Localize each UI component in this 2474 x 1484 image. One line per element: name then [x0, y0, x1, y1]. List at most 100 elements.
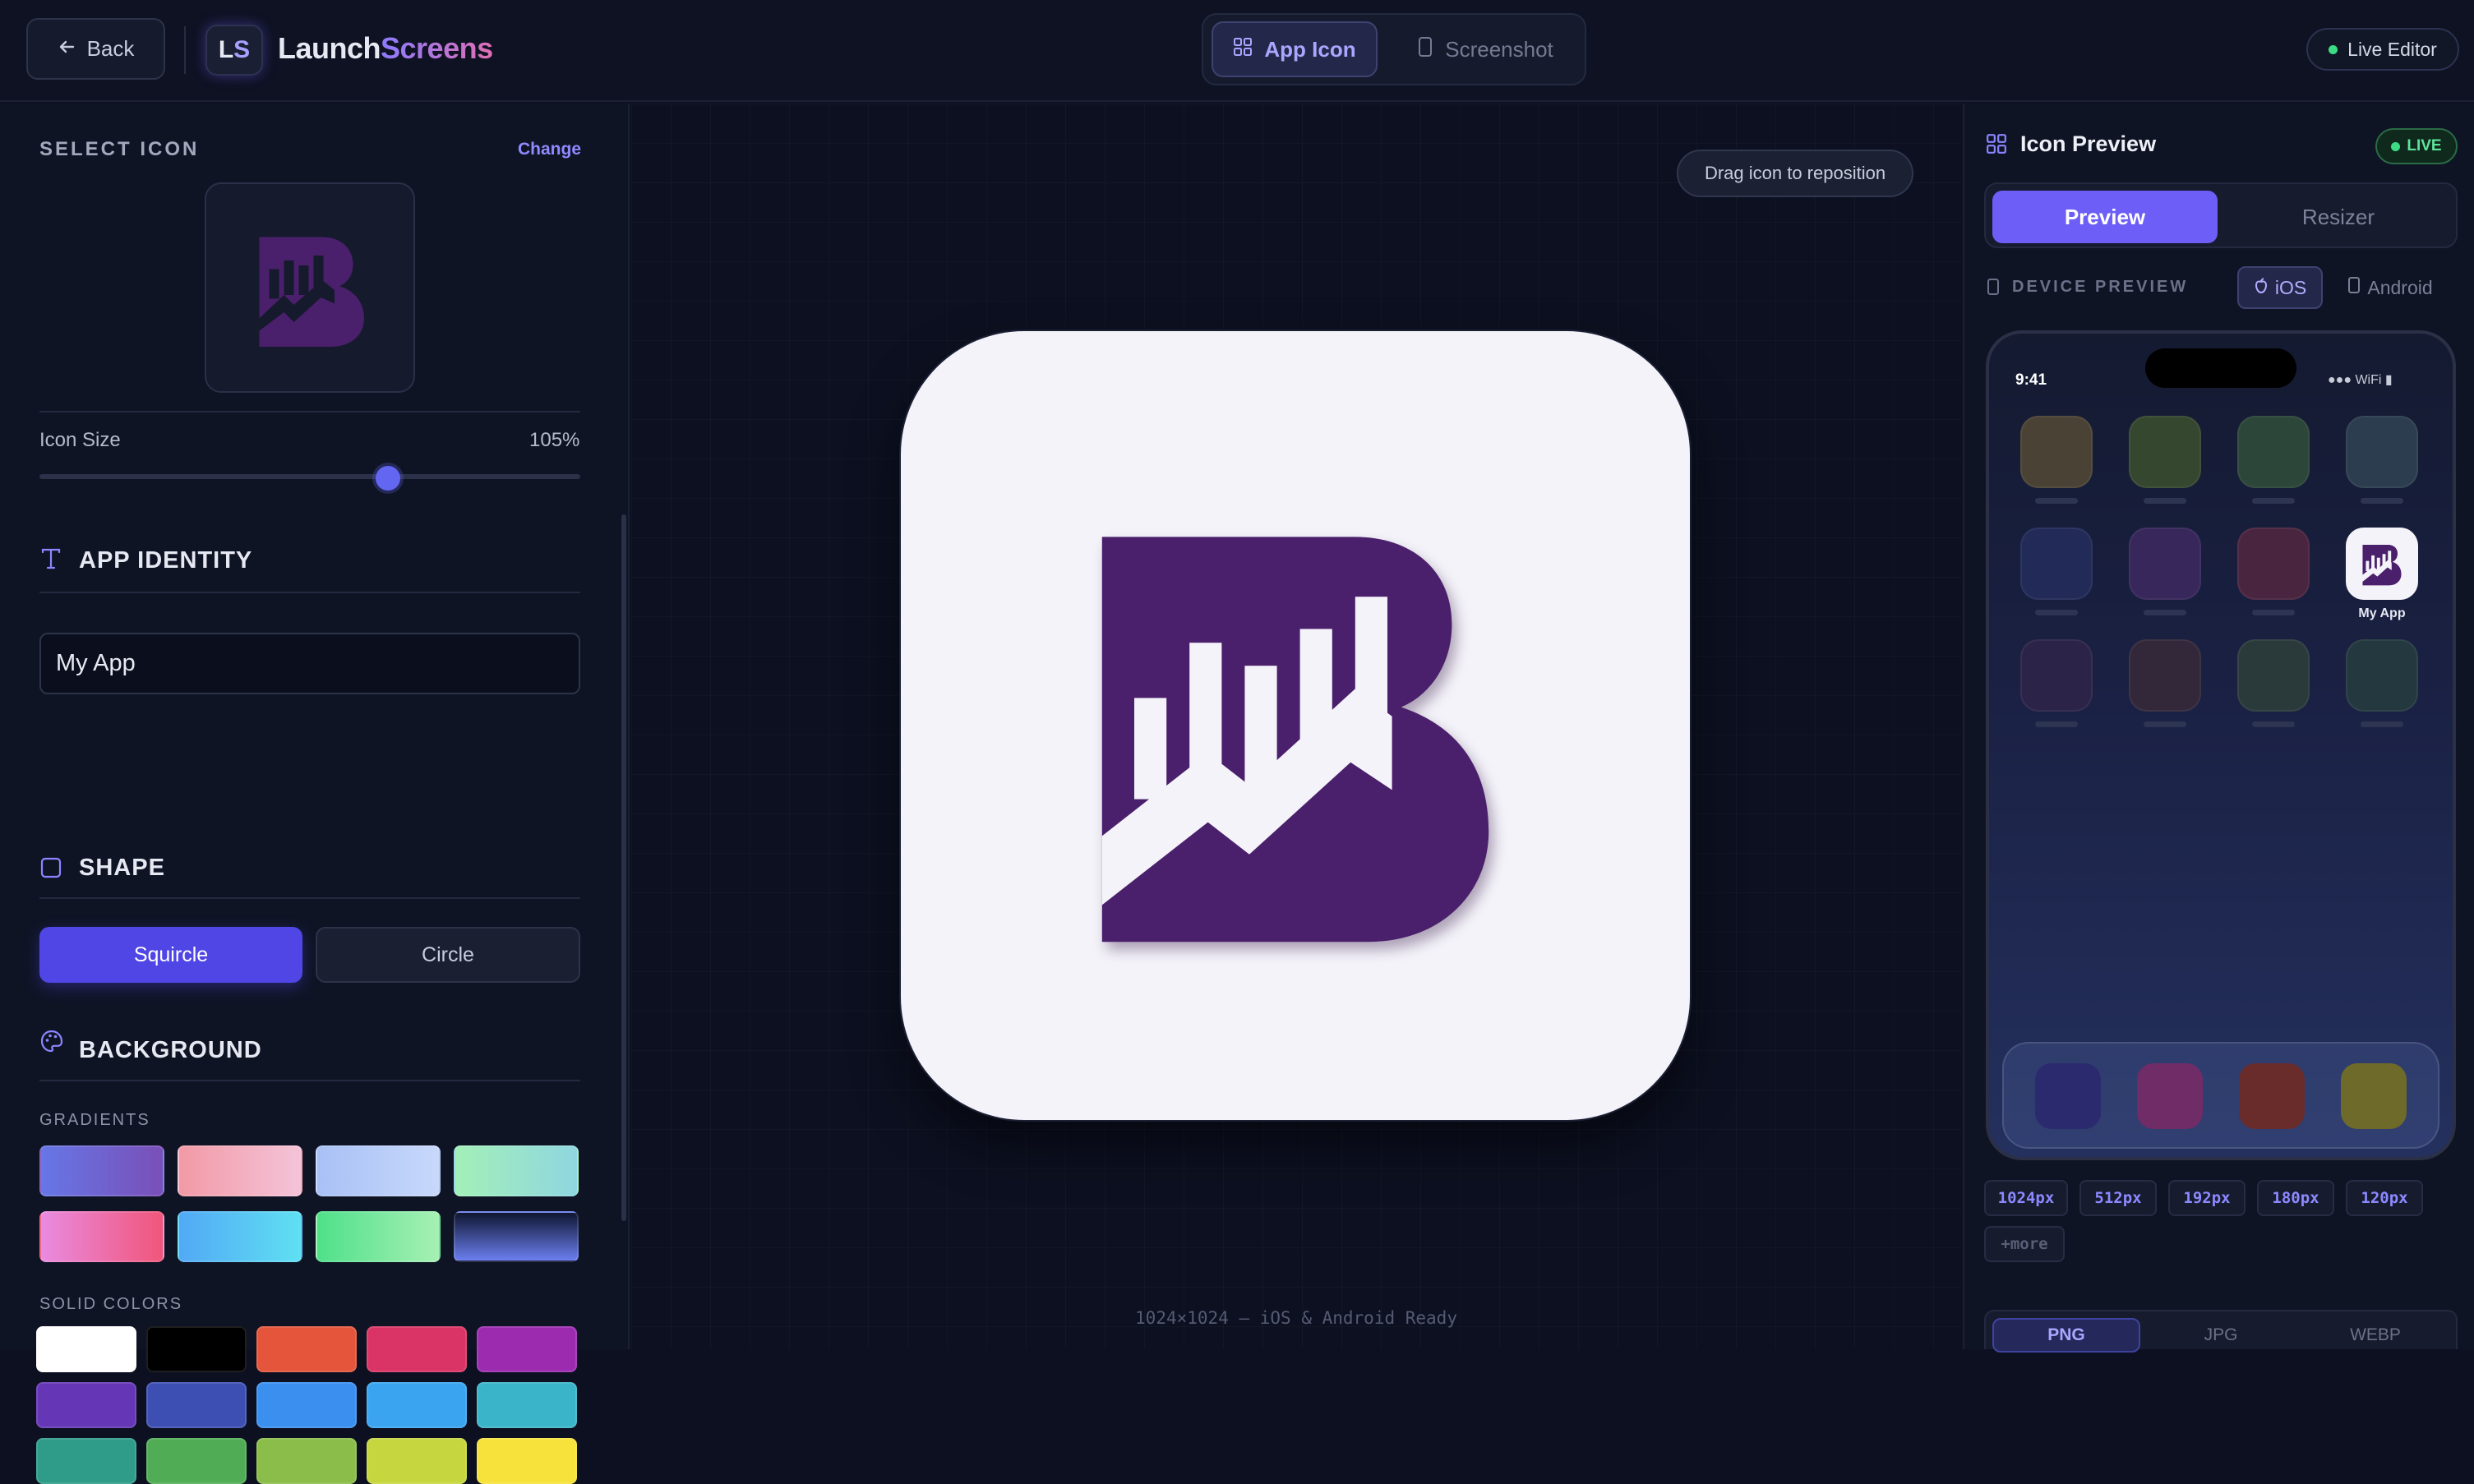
placeholder-app-icon — [2129, 639, 2201, 712]
platform-ios-button[interactable]: iOS — [2237, 266, 2323, 309]
size-chip[interactable]: 512px — [2079, 1180, 2157, 1216]
icon-size-slider-handle[interactable] — [376, 466, 401, 491]
size-chip[interactable]: 120px — [2346, 1180, 2423, 1216]
placeholder-app-icon — [2346, 416, 2418, 488]
color-swatch[interactable] — [367, 1438, 467, 1484]
placeholder-app-icon — [2020, 416, 2093, 488]
status-dot-icon — [2391, 141, 2401, 151]
placeholder-app-icon — [2129, 528, 2201, 600]
brand-logo-icon — [259, 237, 364, 347]
gradient-swatch[interactable] — [454, 1211, 579, 1262]
color-swatch[interactable] — [146, 1438, 247, 1484]
placeholder-app-label — [2361, 498, 2403, 504]
tab-screenshot[interactable]: Screenshot — [1399, 21, 1572, 77]
shape-squircle-button[interactable]: Squircle — [39, 927, 302, 983]
size-chip[interactable]: 1024px — [1984, 1180, 2068, 1216]
logo: LS — [205, 25, 263, 76]
square-icon — [39, 856, 62, 883]
mode-switch: App Icon Screenshot — [1202, 13, 1586, 85]
placeholder-app-label — [2144, 498, 2186, 504]
palette-icon — [39, 1029, 64, 1058]
dock-app-icon — [2341, 1063, 2407, 1129]
color-swatch[interactable] — [256, 1382, 357, 1428]
phone-mockup: 9:41 ●●● WiFi ▮ My App — [1986, 330, 2456, 1160]
selected-icon-thumbnail[interactable] — [205, 182, 415, 393]
size-chip[interactable]: 180px — [2257, 1180, 2334, 1216]
gradient-swatch[interactable] — [39, 1145, 164, 1196]
placeholder-app-icon — [2346, 639, 2418, 712]
top-bar: Back LS LaunchScreens App Icon Screensho… — [0, 0, 2474, 102]
placeholder-app-icon — [2020, 639, 2093, 712]
app-name-input[interactable]: My App — [39, 633, 580, 694]
color-swatch[interactable] — [256, 1438, 357, 1484]
tab-app-icon-label: App Icon — [1264, 36, 1356, 62]
shape-circle-button[interactable]: Circle — [316, 927, 580, 983]
app-identity-heading: APP IDENTITY — [79, 547, 253, 574]
placeholder-app-label — [2144, 721, 2186, 727]
tab-resizer[interactable]: Resizer — [2226, 191, 2451, 243]
format-tabs: PNG JPG WEBP — [1984, 1310, 2458, 1353]
dock-app-icon — [2137, 1063, 2203, 1129]
change-icon-link[interactable]: Change — [518, 140, 581, 159]
tab-preview[interactable]: Preview — [1992, 191, 2218, 243]
brand-logo-icon — [2362, 545, 2402, 586]
my-app-label: My App — [2358, 606, 2406, 620]
placeholder-app-label — [2035, 721, 2078, 727]
gradient-swatch[interactable] — [316, 1145, 441, 1196]
size-chip[interactable]: 192px — [2168, 1180, 2246, 1216]
format-webp[interactable]: WEBP — [2301, 1318, 2449, 1353]
icon-canvas[interactable] — [901, 331, 1690, 1120]
color-swatch[interactable] — [256, 1326, 357, 1372]
preview-mode-tabs: Preview Resizer — [1984, 182, 2458, 248]
preview-panel-title: Icon Preview — [2020, 131, 2157, 156]
icon-size-value: 105% — [529, 429, 580, 451]
gradient-swatch[interactable] — [316, 1211, 441, 1262]
device-preview-label: DEVICE PREVIEW — [2012, 278, 2189, 296]
back-button[interactable]: Back — [26, 18, 165, 80]
background-heading: BACKGROUND — [79, 1037, 262, 1063]
brand-logo-icon[interactable] — [1065, 495, 1525, 956]
arrow-left-icon — [58, 36, 76, 62]
panel-scrollbar[interactable] — [621, 514, 626, 1221]
color-swatch[interactable] — [146, 1382, 247, 1428]
format-jpg[interactable]: JPG — [2147, 1318, 2295, 1353]
gradient-swatch[interactable] — [39, 1211, 164, 1262]
dynamic-island — [2145, 348, 2296, 388]
gradient-swatch[interactable] — [178, 1145, 302, 1196]
live-editor-badge[interactable]: Live Editor — [2306, 28, 2459, 71]
color-swatch[interactable] — [477, 1382, 577, 1428]
more-sizes-chip[interactable]: +more — [1984, 1226, 2065, 1262]
icon-canvas-area: Drag icon to reposition 1024×1024 — iOS … — [631, 104, 1961, 1349]
grid-icon — [1986, 133, 2007, 159]
placeholder-app-label — [2252, 498, 2295, 504]
color-swatch[interactable] — [36, 1438, 136, 1484]
grid-icon — [1233, 37, 1253, 62]
color-swatch[interactable] — [36, 1382, 136, 1428]
logo-letter-s: S — [233, 36, 251, 63]
color-swatch[interactable] — [146, 1326, 247, 1372]
color-swatch[interactable] — [367, 1326, 467, 1372]
placeholder-app-icon — [2129, 416, 2201, 488]
phone-icon — [2347, 276, 2361, 299]
color-swatch[interactable] — [36, 1326, 136, 1372]
status-dot-icon — [2329, 44, 2338, 54]
placeholder-app-icon — [2237, 416, 2310, 488]
platform-android-label: Android — [2367, 276, 2433, 298]
solid-colors-label: SOLID COLORS — [39, 1295, 183, 1313]
gradient-swatch[interactable] — [178, 1211, 302, 1262]
brand-part-2: Screens — [381, 31, 493, 65]
color-swatch[interactable] — [477, 1438, 577, 1484]
placeholder-app-label — [2252, 721, 2295, 727]
apple-icon — [2254, 277, 2269, 299]
phone-clock: 9:41 — [2015, 371, 2047, 389]
platform-android-button[interactable]: Android — [2339, 266, 2441, 309]
format-png[interactable]: PNG — [1992, 1318, 2140, 1353]
placeholder-app-label — [2035, 498, 2078, 504]
color-swatch[interactable] — [477, 1326, 577, 1372]
gradient-swatch[interactable] — [454, 1145, 579, 1196]
tab-app-icon[interactable]: App Icon — [1212, 21, 1378, 77]
my-app-icon[interactable] — [2346, 528, 2418, 600]
dock-app-icon — [2239, 1063, 2305, 1129]
color-swatch[interactable] — [367, 1382, 467, 1428]
icon-size-slider[interactable] — [39, 474, 580, 479]
